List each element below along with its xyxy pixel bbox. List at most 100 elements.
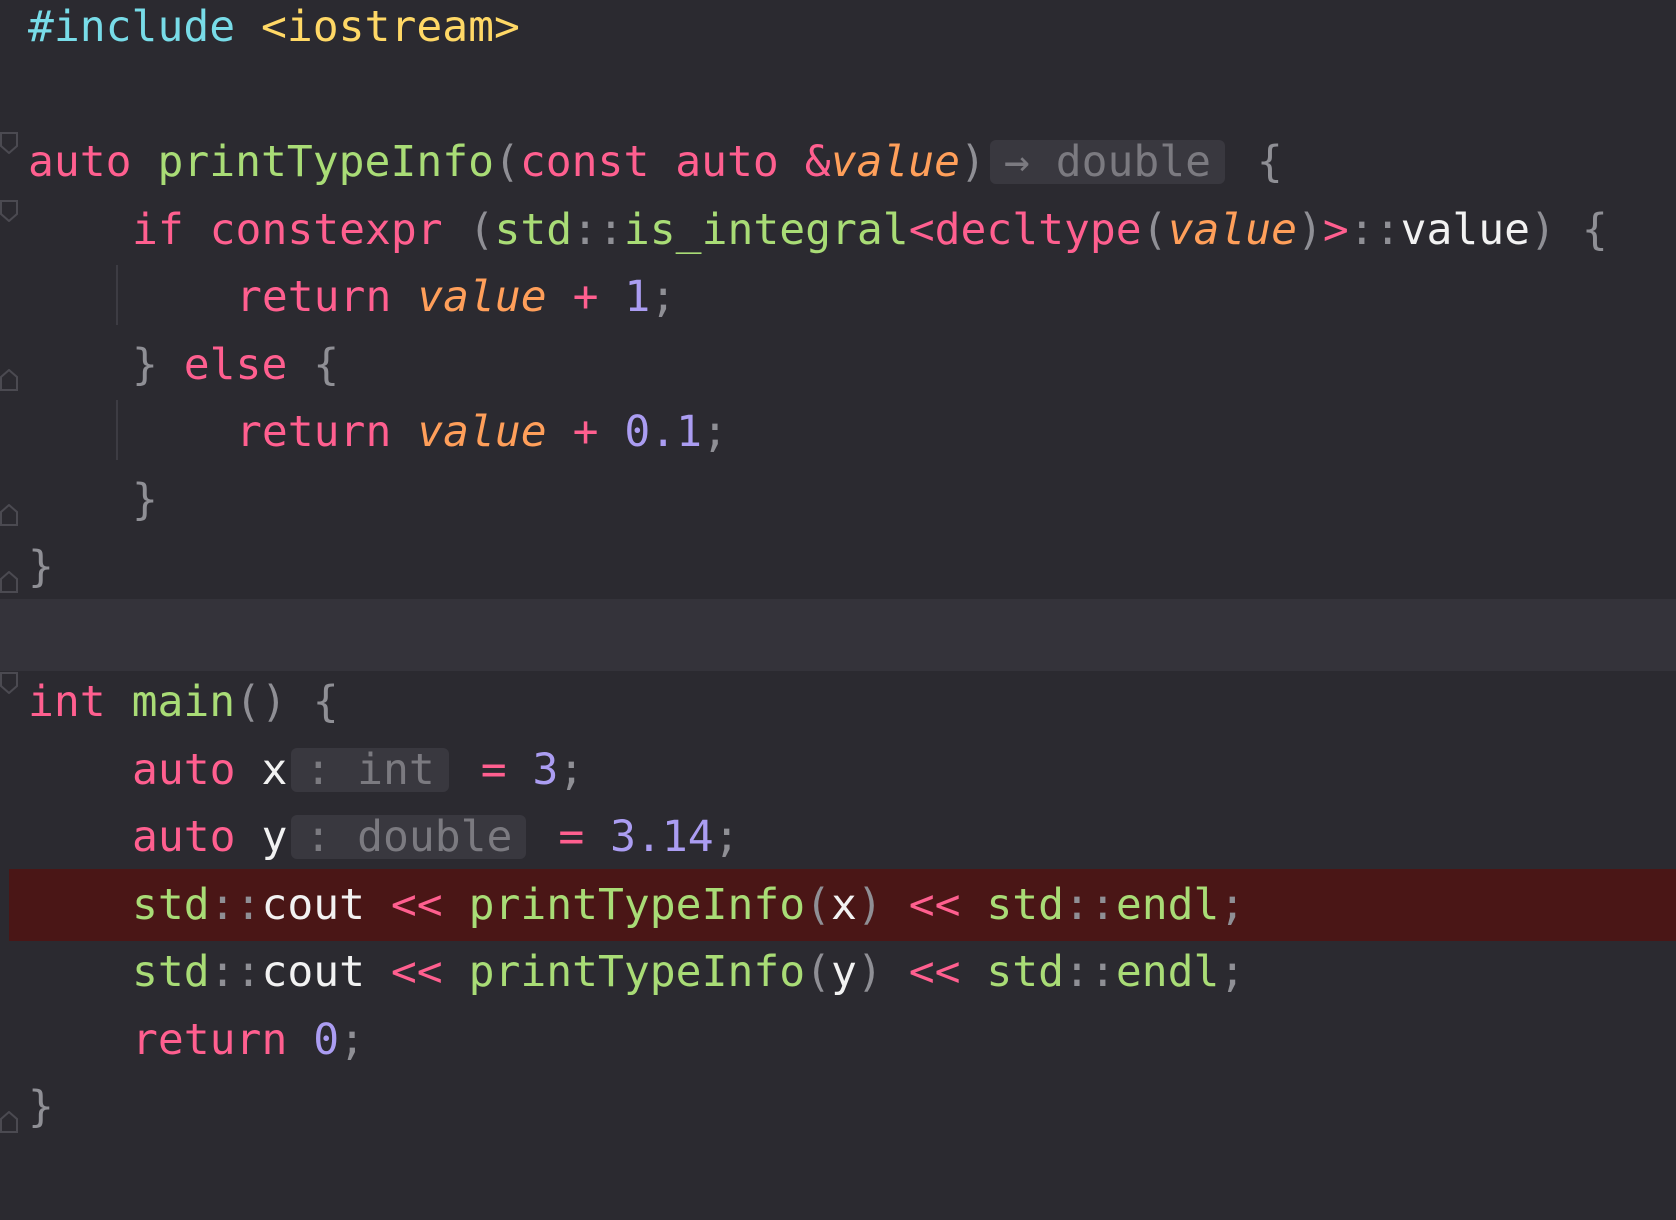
code-line[interactable]: } — [0, 1071, 1676, 1143]
code-token: ) — [856, 879, 883, 930]
code-token: << — [390, 947, 443, 997]
error-line[interactable]: std:: cout << printTypeInfo(x) << std:: en… — [9, 868, 1676, 941]
code-line[interactable]: auto y: double = 3.14; — [0, 801, 1676, 873]
code-line[interactable] — [0, 59, 1676, 131]
code-token: ( — [1141, 204, 1168, 255]
code-line[interactable]: return value + 1; — [0, 261, 1676, 333]
fold-close-icon[interactable] — [0, 571, 18, 593]
fold-close-icon[interactable] — [0, 368, 18, 391]
code-line[interactable]: } else { — [0, 329, 1676, 401]
code-token: <iostream> — [261, 2, 520, 52]
code-line-content: } — [28, 531, 54, 603]
code-token: :: — [1064, 879, 1116, 930]
fold-close-icon[interactable] — [0, 1111, 18, 1133]
code-token: :: — [209, 947, 262, 997]
code-token: ) — [1297, 204, 1323, 255]
code-line-content: } — [28, 1071, 54, 1143]
code-token: { — [1581, 204, 1608, 255]
code-token: else — [183, 339, 288, 390]
code-token: value — [1167, 204, 1298, 255]
code-line[interactable]: auto x: int = 3; — [0, 734, 1676, 806]
code-token: ( — [805, 879, 832, 930]
code-token: #include — [28, 2, 236, 52]
code-line-content: } else { — [28, 329, 339, 401]
code-token: << — [390, 879, 443, 930]
code-line-content: std:: cout << printTypeInfo(x) << std:: en… — [28, 869, 1245, 941]
code-token: } — [28, 1082, 54, 1132]
code-token: + — [572, 272, 599, 322]
code-token: constexpr — [209, 204, 443, 255]
code-token: { — [312, 677, 339, 727]
code-token: printTypeInfo — [468, 879, 806, 930]
code-line[interactable]: auto printTypeInfo(const auto & value) → d… — [0, 126, 1676, 198]
caret-line[interactable] — [0, 598, 1676, 671]
code-token: return — [132, 1014, 288, 1065]
code-line[interactable]: } — [0, 464, 1676, 536]
code-line[interactable]: return 0; — [0, 1004, 1676, 1076]
code-line-content: #include <iostream> — [28, 0, 520, 63]
code-token: x — [261, 744, 288, 795]
code-token: 1 — [624, 272, 651, 322]
code-token: main — [131, 677, 236, 727]
code-token: std — [494, 204, 573, 255]
code-token: :: — [1064, 947, 1116, 997]
code-token: std — [986, 947, 1065, 997]
fold-open-icon[interactable] — [0, 672, 18, 694]
code-token: { — [1256, 137, 1283, 187]
fold-close-icon[interactable] — [0, 503, 18, 526]
code-token: return — [236, 407, 392, 457]
fold-open-icon[interactable] — [0, 199, 18, 222]
fold-open-icon[interactable] — [0, 132, 18, 154]
code-token: printTypeInfo — [468, 947, 806, 997]
code-line[interactable]: if constexpr (std:: is_integral < decltype(… — [0, 194, 1676, 266]
code-token: value — [417, 407, 547, 457]
code-line-content: return value + 1; — [28, 261, 676, 333]
code-line-content: auto y: double = 3.14; — [28, 801, 740, 873]
code-token: :: — [209, 879, 262, 930]
code-token: ; — [650, 272, 677, 322]
code-token: const — [519, 137, 650, 187]
code-line[interactable]: std:: cout << printTypeInfo(y) << std:: en… — [0, 936, 1676, 1008]
code-token: :: — [572, 204, 624, 255]
code-token: ) — [1530, 204, 1556, 255]
code-token: std — [132, 947, 210, 997]
code-line-content: auto x: int = 3; — [28, 734, 584, 806]
inlay-type-hint[interactable]: : int — [291, 747, 449, 792]
inlay-type-hint[interactable]: : double — [291, 815, 527, 859]
code-token: } — [132, 339, 158, 390]
code-line-content: } — [28, 464, 158, 536]
inlay-type-hint[interactable]: → double — [989, 140, 1226, 184]
code-token: printTypeInfo — [157, 137, 494, 187]
code-token: return — [236, 272, 392, 322]
code-token: ( — [805, 947, 832, 997]
code-line[interactable]: } — [0, 531, 1676, 603]
code-editor[interactable]: #include <iostream> auto printTypeInfo(co… — [0, 0, 1676, 1220]
code-line[interactable]: #include <iostream> — [0, 0, 1676, 63]
code-line[interactable]: int main() { — [0, 666, 1676, 738]
code-token: ; — [1219, 947, 1246, 997]
code-token: ( — [468, 204, 495, 255]
code-line[interactable]: return value + 0.1; — [0, 396, 1676, 468]
code-token: y — [831, 947, 857, 997]
